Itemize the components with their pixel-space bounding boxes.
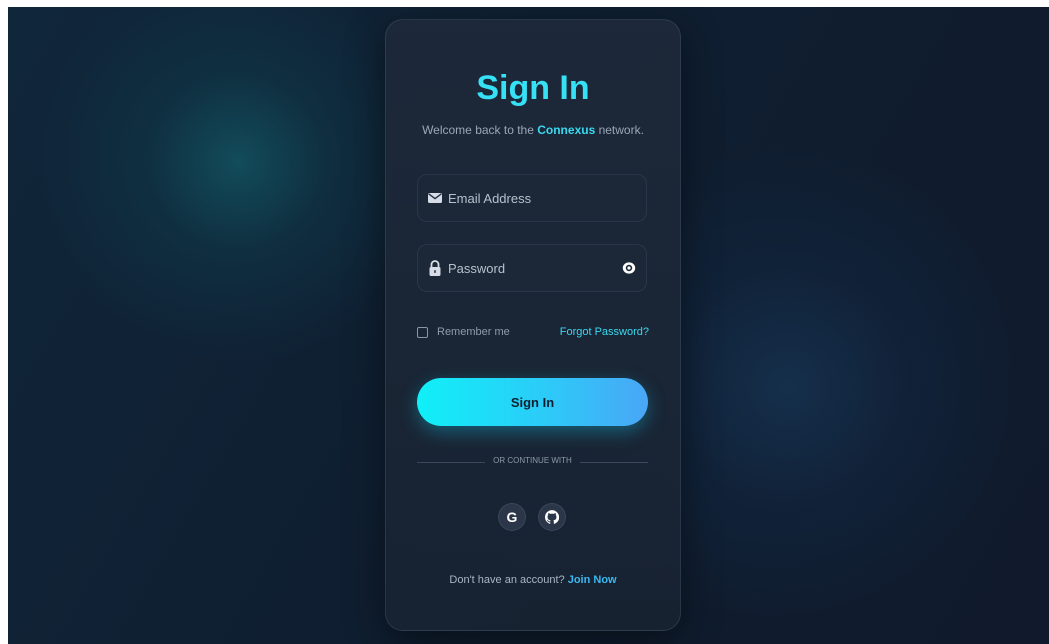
google-icon: G (506, 509, 518, 525)
sign-in-button[interactable]: Sign In (417, 378, 648, 426)
github-icon (545, 510, 559, 524)
github-signin-button[interactable] (538, 503, 566, 531)
remember-me-label: Remember me (437, 326, 510, 338)
forgot-password-link[interactable]: Forgot Password? (560, 326, 649, 338)
signup-prompt: Don't have an account? Join Now (386, 574, 680, 586)
email-input[interactable] (448, 175, 618, 221)
subtitle-suffix: network. (595, 123, 644, 137)
envelope-icon (428, 193, 442, 203)
signin-card: Sign In Welcome back to the Connexus net… (385, 19, 681, 631)
or-divider: OR CONTINUE WITH (417, 455, 648, 469)
signup-prompt-text: Don't have an account? (449, 574, 568, 586)
join-now-link[interactable]: Join Now (568, 574, 617, 586)
remember-me-toggle[interactable]: Remember me (417, 323, 510, 341)
brand-name: Connexus (537, 123, 596, 137)
eye-icon[interactable] (621, 260, 637, 276)
subtitle-prefix: Welcome back to the (422, 123, 538, 137)
divider-text: OR CONTINUE WITH (493, 456, 572, 465)
divider-line-right (580, 462, 648, 463)
google-signin-button[interactable]: G (498, 503, 526, 531)
email-field-container (417, 174, 647, 222)
page-title: Sign In (476, 69, 590, 107)
password-input[interactable] (448, 245, 618, 291)
welcome-subtitle: Welcome back to the Connexus network. (386, 123, 680, 137)
lock-icon (429, 260, 441, 276)
remember-me-checkbox[interactable] (417, 326, 428, 338)
page-background: Sign In Welcome back to the Connexus net… (8, 7, 1049, 644)
password-field-container (417, 244, 647, 292)
